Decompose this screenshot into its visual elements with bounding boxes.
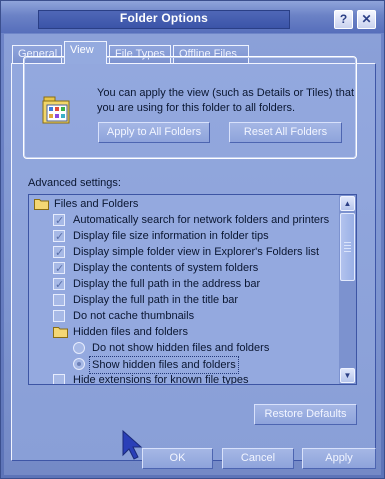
checkbox[interactable]: ✓ xyxy=(53,214,65,227)
checkbox[interactable]: ✓ xyxy=(53,278,65,291)
scroll-down-arrow-icon[interactable]: ▼ xyxy=(340,368,355,383)
checkbox[interactable] xyxy=(53,310,65,322)
checkbox[interactable]: ✓ xyxy=(53,230,65,243)
cancel-button[interactable]: Cancel xyxy=(222,448,294,469)
list-item[interactable]: ✓ Display the contents of system folders xyxy=(29,260,339,276)
checkmark-icon: ✓ xyxy=(55,231,65,243)
apply-button[interactable]: Apply xyxy=(302,448,376,469)
checkmark-icon: ✓ xyxy=(55,247,65,259)
list-item-label: Files and Folders xyxy=(54,198,139,210)
grip-line xyxy=(344,251,351,252)
list-item-label: Hidden files and folders xyxy=(73,326,188,338)
tab-view[interactable]: View xyxy=(64,41,107,64)
list-item[interactable]: Show hidden files and folders xyxy=(29,356,339,374)
scroll-thumb[interactable] xyxy=(340,213,355,281)
apply-to-all-folders-button[interactable]: Apply to All Folders xyxy=(98,122,210,143)
list-item-label: Display file size information in folder … xyxy=(73,230,269,242)
advanced-settings-label: Advanced settings: xyxy=(28,177,121,189)
checkmark-icon: ✓ xyxy=(55,215,65,227)
radio-dot-icon xyxy=(77,362,81,366)
folder-icon xyxy=(34,199,49,210)
grip-line xyxy=(344,242,351,243)
radio-button[interactable] xyxy=(73,358,85,370)
checkbox[interactable] xyxy=(53,294,65,306)
list-item[interactable]: ✓ Display file size information in folde… xyxy=(29,228,339,244)
title-bar[interactable]: Folder Options ? ✕ xyxy=(1,1,384,33)
folder-icon xyxy=(53,327,68,338)
radio-button[interactable] xyxy=(73,342,85,354)
list-item[interactable]: ✓ Display the full path in the address b… xyxy=(29,276,339,292)
checkmark-icon: ✓ xyxy=(55,279,65,291)
list-item-label: Automatically search for network folders… xyxy=(73,214,330,226)
vertical-scrollbar[interactable]: ▲ ▼ xyxy=(339,195,356,384)
checkbox[interactable] xyxy=(53,374,65,384)
checkbox[interactable]: ✓ xyxy=(53,246,65,259)
list-item[interactable]: Hide extensions for known file types xyxy=(29,372,339,385)
ok-button[interactable]: OK xyxy=(142,448,213,469)
list-item-label: Do not cache thumbnails xyxy=(73,310,195,322)
reset-all-folders-button[interactable]: Reset All Folders xyxy=(229,122,342,143)
close-button[interactable]: ✕ xyxy=(357,10,376,29)
list-item[interactable]: Files and Folders xyxy=(29,196,339,212)
list-item-label: Hide extensions for known file types xyxy=(73,374,249,385)
list-item-label: Display the full path in the address bar xyxy=(73,278,261,290)
list-item-label: Display simple folder view in Explorer's… xyxy=(73,246,320,258)
list-item[interactable]: Do not cache thumbnails xyxy=(29,308,339,324)
window-title: Folder Options xyxy=(119,11,209,25)
list-item[interactable]: ✓ Display simple folder view in Explorer… xyxy=(29,244,339,260)
restore-defaults-button[interactable]: Restore Defaults xyxy=(254,404,357,425)
help-button[interactable]: ? xyxy=(334,10,353,29)
checkmark-icon: ✓ xyxy=(55,263,65,275)
grip-line xyxy=(344,245,351,246)
list-item[interactable]: ✓ Automatically search for network folde… xyxy=(29,212,339,228)
list-item-label: Display the contents of system folders xyxy=(73,262,259,274)
list-item[interactable]: Hidden files and folders xyxy=(29,324,339,340)
scroll-up-arrow-icon[interactable]: ▲ xyxy=(340,196,355,211)
list-item[interactable]: Display the full path in the title bar xyxy=(29,292,339,308)
grip-line xyxy=(344,248,351,249)
list-item[interactable]: Do not show hidden files and folders xyxy=(29,340,339,356)
checkbox[interactable]: ✓ xyxy=(53,262,65,275)
list-item-label: Display the full path in the title bar xyxy=(73,294,239,306)
folder-views-description: You can apply the view (such as Details … xyxy=(97,87,355,114)
folder-views-icon xyxy=(42,96,70,124)
list-item-label: Do not show hidden files and folders xyxy=(92,342,270,354)
advanced-settings-list[interactable]: Files and Folders ✓ Automatically search… xyxy=(28,194,357,385)
mouse-pointer-icon xyxy=(122,429,143,460)
